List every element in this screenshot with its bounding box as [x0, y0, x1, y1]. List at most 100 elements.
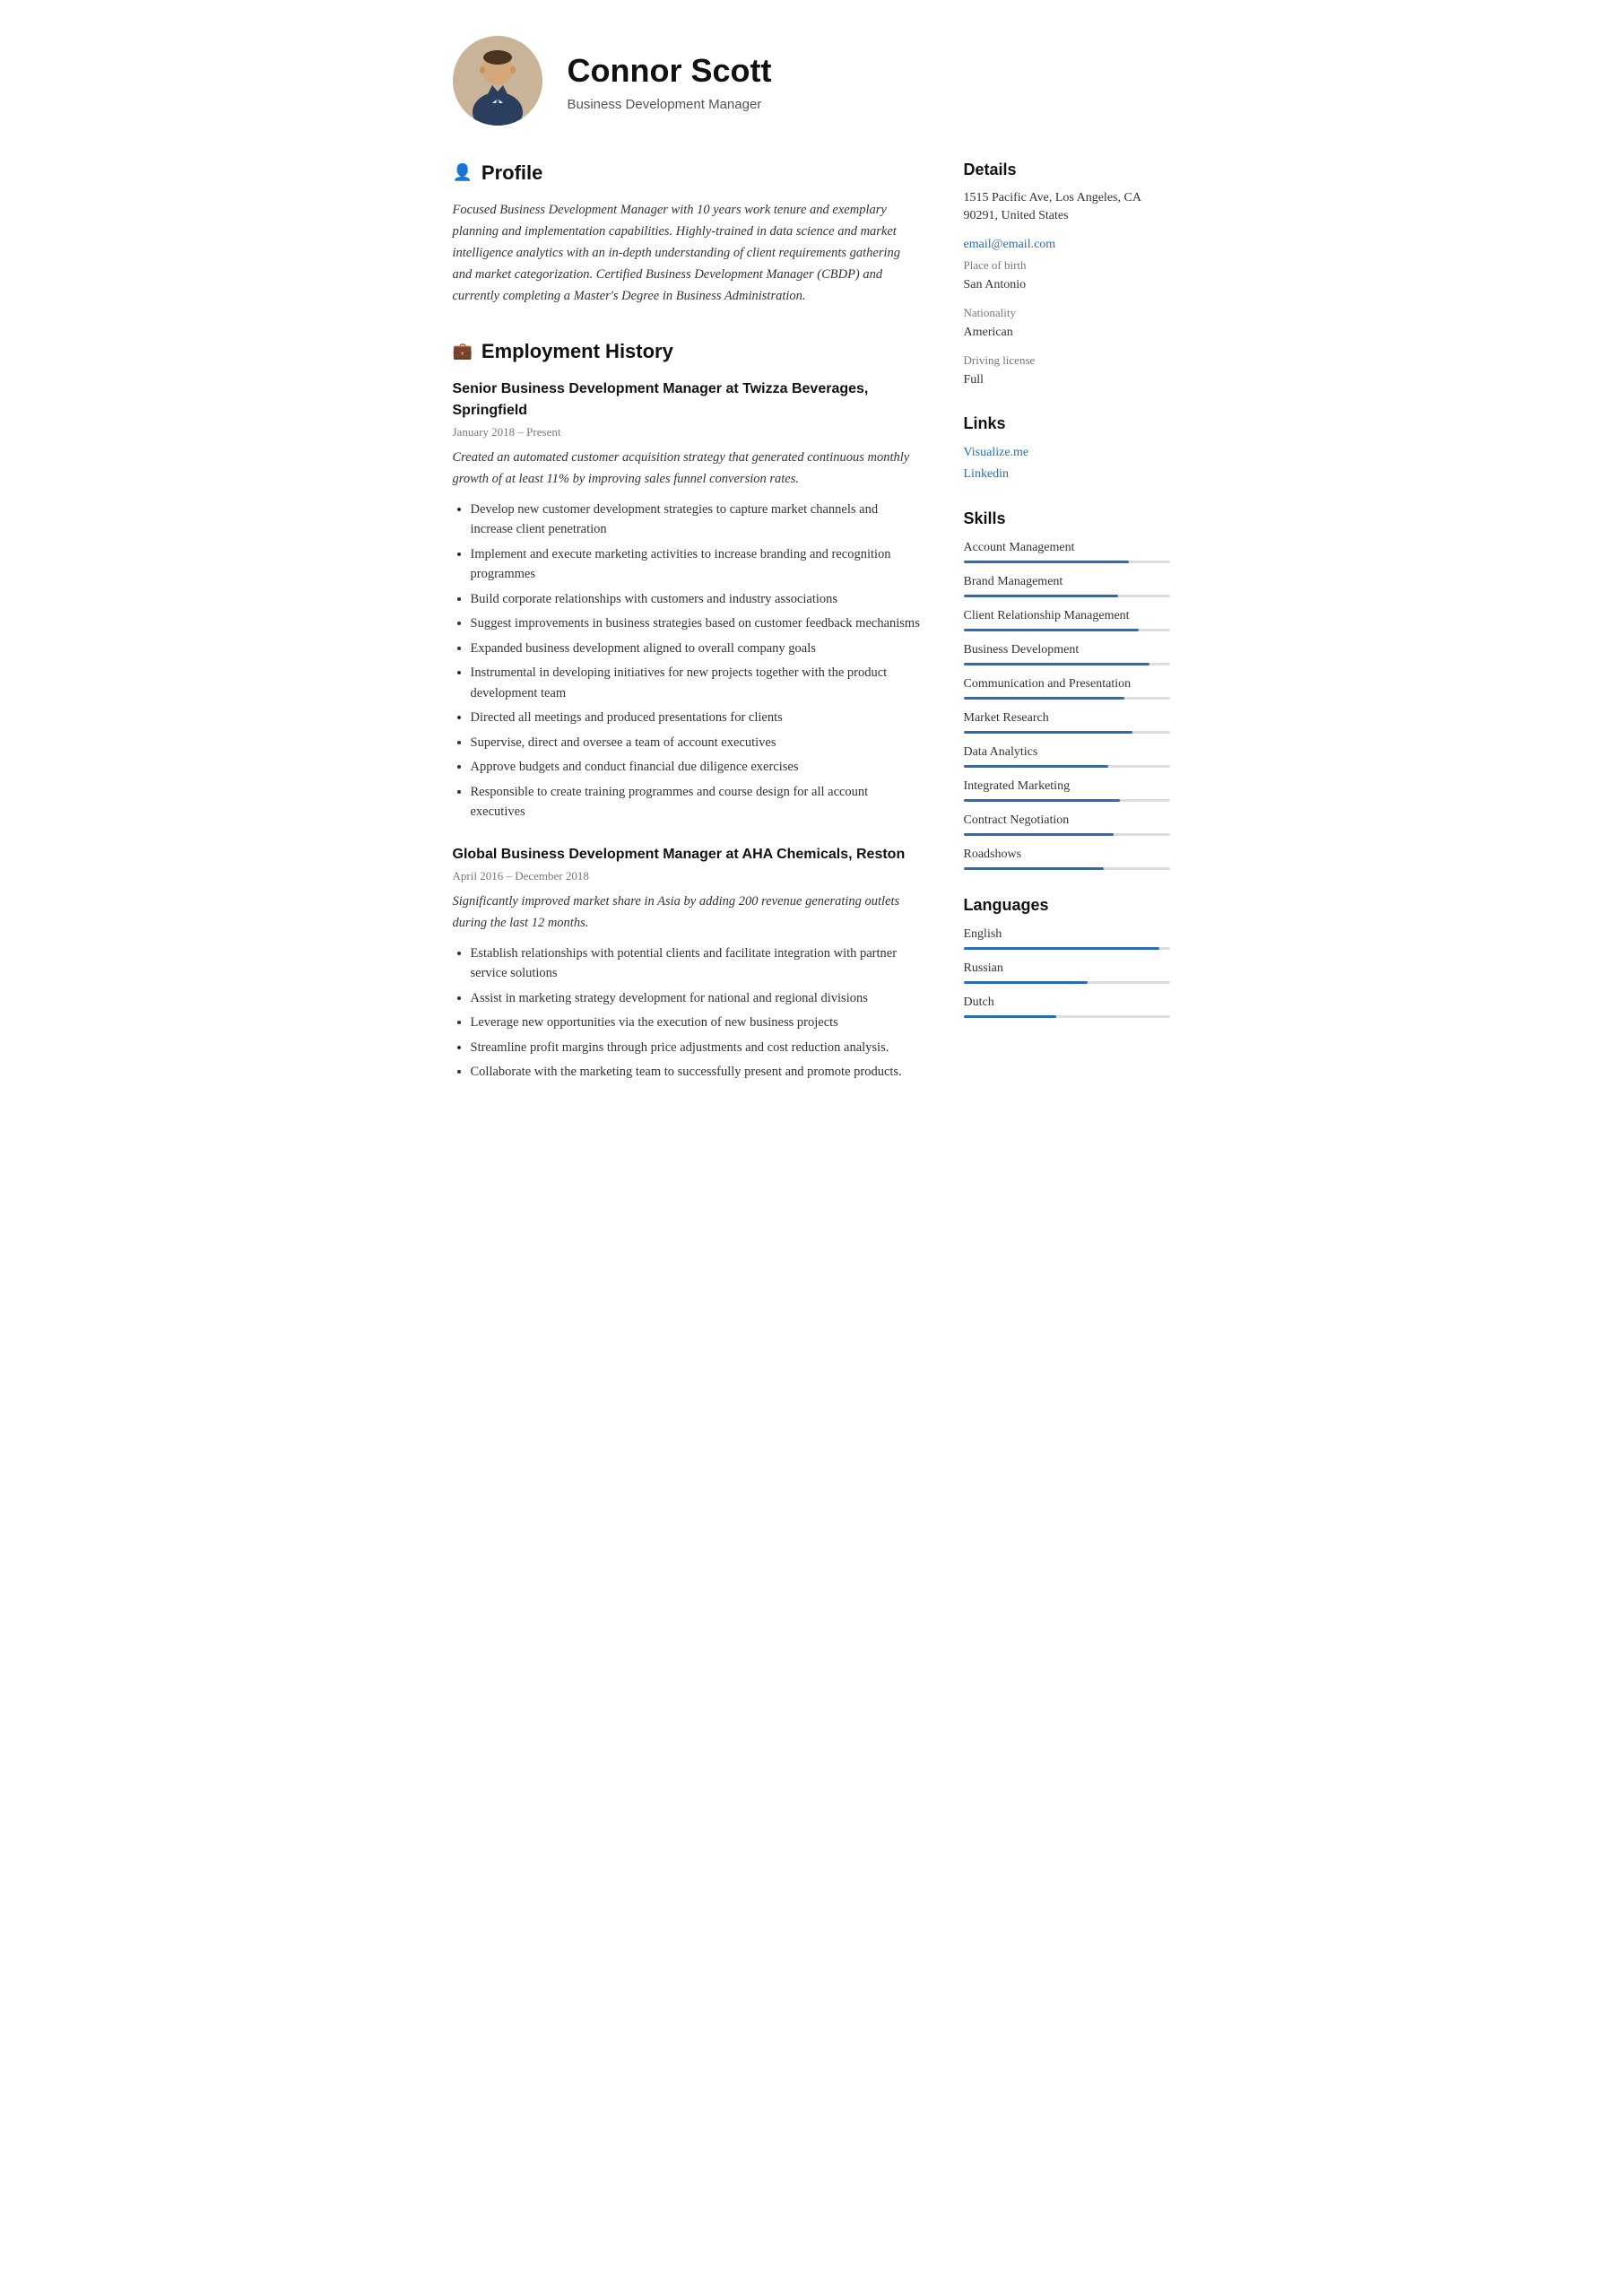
languages-container: English Russian Dutch: [964, 925, 1170, 1018]
language-bar-fill: [964, 947, 1160, 950]
language-bar-bg: [964, 1015, 1170, 1018]
details-section: Details 1515 Pacific Ave, Los Angeles, C…: [964, 158, 1170, 388]
employment-section-title: 💼 Employment History: [453, 336, 921, 366]
skill-name: Business Development: [964, 640, 1170, 659]
language-name: Russian: [964, 959, 1170, 978]
bullet-item: Develop new customer development strateg…: [471, 500, 921, 540]
employment-icon: 💼: [453, 339, 473, 363]
skill-bar-fill: [964, 731, 1133, 734]
links-container: Visualize.me Linkedin: [964, 443, 1170, 483]
skills-section: Skills Account Management Brand Managemen…: [964, 507, 1170, 870]
address: 1515 Pacific Ave, Los Angeles, CA 90291,…: [964, 189, 1170, 224]
language-item: Dutch: [964, 993, 1170, 1018]
bullet-item: Collaborate with the marketing team to s…: [471, 1062, 921, 1082]
skill-bar-fill: [964, 629, 1140, 631]
avatar: [453, 36, 542, 126]
languages-section: Languages English Russian Dutch: [964, 893, 1170, 1018]
links-section: Links Visualize.me Linkedin: [964, 412, 1170, 483]
skill-name: Roadshows: [964, 845, 1170, 864]
language-name: Dutch: [964, 993, 1170, 1012]
bullet-item: Directed all meetings and produced prese…: [471, 708, 921, 727]
place-of-birth: San Antonio: [964, 276, 1170, 294]
skill-name: Data Analytics: [964, 743, 1170, 761]
skill-name: Brand Management: [964, 572, 1170, 591]
job-title: Global Business Development Manager at A…: [453, 844, 921, 865]
language-item: Russian: [964, 959, 1170, 984]
skill-bar-fill: [964, 765, 1108, 768]
job-summary: Created an automated customer acquisitio…: [453, 448, 921, 491]
profile-section: 👤 Profile Focused Business Development M…: [453, 158, 921, 308]
skill-name: Market Research: [964, 709, 1170, 727]
language-bar-bg: [964, 947, 1170, 950]
skills-title: Skills: [964, 507, 1170, 531]
employment-section: 💼 Employment History Senior Business Dev…: [453, 336, 921, 1083]
bullet-item: Assist in marketing strategy development…: [471, 988, 921, 1008]
skill-item: Market Research: [964, 709, 1170, 734]
bullet-item: Leverage new opportunities via the execu…: [471, 1013, 921, 1032]
left-column: 👤 Profile Focused Business Development M…: [453, 158, 921, 1111]
skill-bar-bg: [964, 629, 1170, 631]
skill-bar-fill: [964, 799, 1121, 802]
skill-item: Communication and Presentation: [964, 674, 1170, 700]
skills-container: Account Management Brand Management Client…: [964, 538, 1170, 870]
bullet-item: Streamline profit margins through price …: [471, 1038, 921, 1057]
skill-name: Client Relationship Management: [964, 606, 1170, 625]
email-link[interactable]: email@email.com: [964, 235, 1170, 254]
skill-bar-bg: [964, 663, 1170, 665]
nationality-label: Nationality: [964, 304, 1170, 322]
skill-item: Client Relationship Management: [964, 606, 1170, 631]
skill-bar-fill: [964, 595, 1119, 597]
skill-bar-fill: [964, 867, 1104, 870]
skill-item: Business Development: [964, 640, 1170, 665]
language-bar-fill: [964, 981, 1088, 984]
skill-bar-fill: [964, 697, 1124, 700]
header: Connor Scott Business Development Manage…: [453, 36, 1170, 126]
resume-page: Connor Scott Business Development Manage…: [408, 0, 1215, 1165]
job-item: Senior Business Development Manager at T…: [453, 378, 921, 822]
skill-bar-bg: [964, 799, 1170, 802]
bullet-item: Responsible to create training programme…: [471, 782, 921, 822]
skill-bar-fill: [964, 663, 1149, 665]
language-bar-bg: [964, 981, 1170, 984]
skill-name: Account Management: [964, 538, 1170, 557]
skill-name: Communication and Presentation: [964, 674, 1170, 693]
links-title: Links: [964, 412, 1170, 436]
skill-bar-bg: [964, 595, 1170, 597]
bullet-item: Supervise, direct and oversee a team of …: [471, 733, 921, 752]
language-name: English: [964, 925, 1170, 944]
job-date: April 2016 – December 2018: [453, 867, 921, 885]
skill-bar-bg: [964, 867, 1170, 870]
skill-bar-bg: [964, 697, 1170, 700]
languages-title: Languages: [964, 893, 1170, 918]
profile-section-title: 👤 Profile: [453, 158, 921, 187]
skill-bar-bg: [964, 561, 1170, 563]
bullet-item: Approve budgets and conduct financial du…: [471, 757, 921, 777]
skill-bar-bg: [964, 833, 1170, 836]
skill-bar-bg: [964, 731, 1170, 734]
job-bullets: Establish relationships with potential c…: [453, 944, 921, 1083]
nationality: American: [964, 324, 1170, 342]
skill-item: Roadshows: [964, 845, 1170, 870]
main-layout: 👤 Profile Focused Business Development M…: [453, 158, 1170, 1111]
job-bullets: Develop new customer development strateg…: [453, 500, 921, 822]
profile-title-text: Profile: [481, 158, 542, 187]
link-item[interactable]: Linkedin: [964, 465, 1170, 483]
skill-item: Data Analytics: [964, 743, 1170, 768]
right-column: Details 1515 Pacific Ave, Los Angeles, C…: [964, 158, 1170, 1111]
header-info: Connor Scott Business Development Manage…: [568, 47, 772, 116]
skill-name: Contract Negotiation: [964, 811, 1170, 830]
bullet-item: Expanded business development aligned to…: [471, 639, 921, 658]
skill-item: Account Management: [964, 538, 1170, 563]
skill-bar-bg: [964, 765, 1170, 768]
skill-item: Brand Management: [964, 572, 1170, 597]
person-title: Business Development Manager: [568, 95, 772, 116]
bullet-item: Build corporate relationships with custo…: [471, 589, 921, 609]
details-title: Details: [964, 158, 1170, 182]
job-title: Senior Business Development Manager at T…: [453, 378, 921, 422]
driving-license: Full: [964, 371, 1170, 389]
skill-item: Contract Negotiation: [964, 811, 1170, 836]
jobs-container: Senior Business Development Manager at T…: [453, 378, 921, 1083]
link-item[interactable]: Visualize.me: [964, 443, 1170, 462]
bullet-item: Suggest improvements in business strateg…: [471, 613, 921, 633]
job-date: January 2018 – Present: [453, 423, 921, 441]
